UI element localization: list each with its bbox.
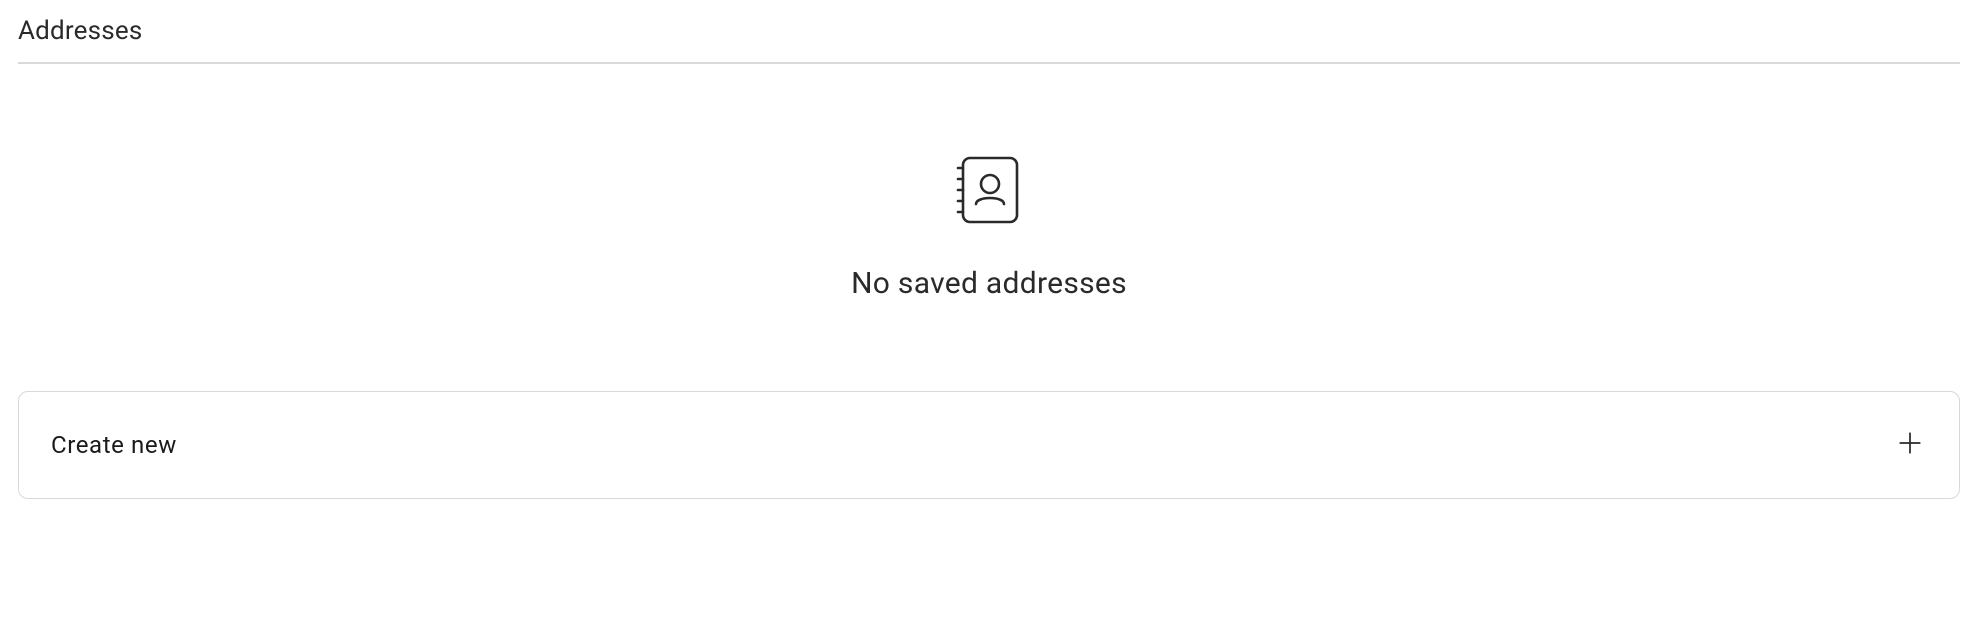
plus-icon [1897,430,1923,460]
addresses-section: Addresses No saved addresses Create new [0,0,1978,515]
empty-state: No saved addresses [18,74,1960,381]
section-title: Addresses [18,16,1960,62]
section-divider [18,62,1960,64]
empty-state-message: No saved addresses [851,266,1127,301]
create-new-button[interactable]: Create new [18,391,1960,499]
create-new-label: Create new [51,431,177,459]
address-book-icon [953,154,1025,230]
